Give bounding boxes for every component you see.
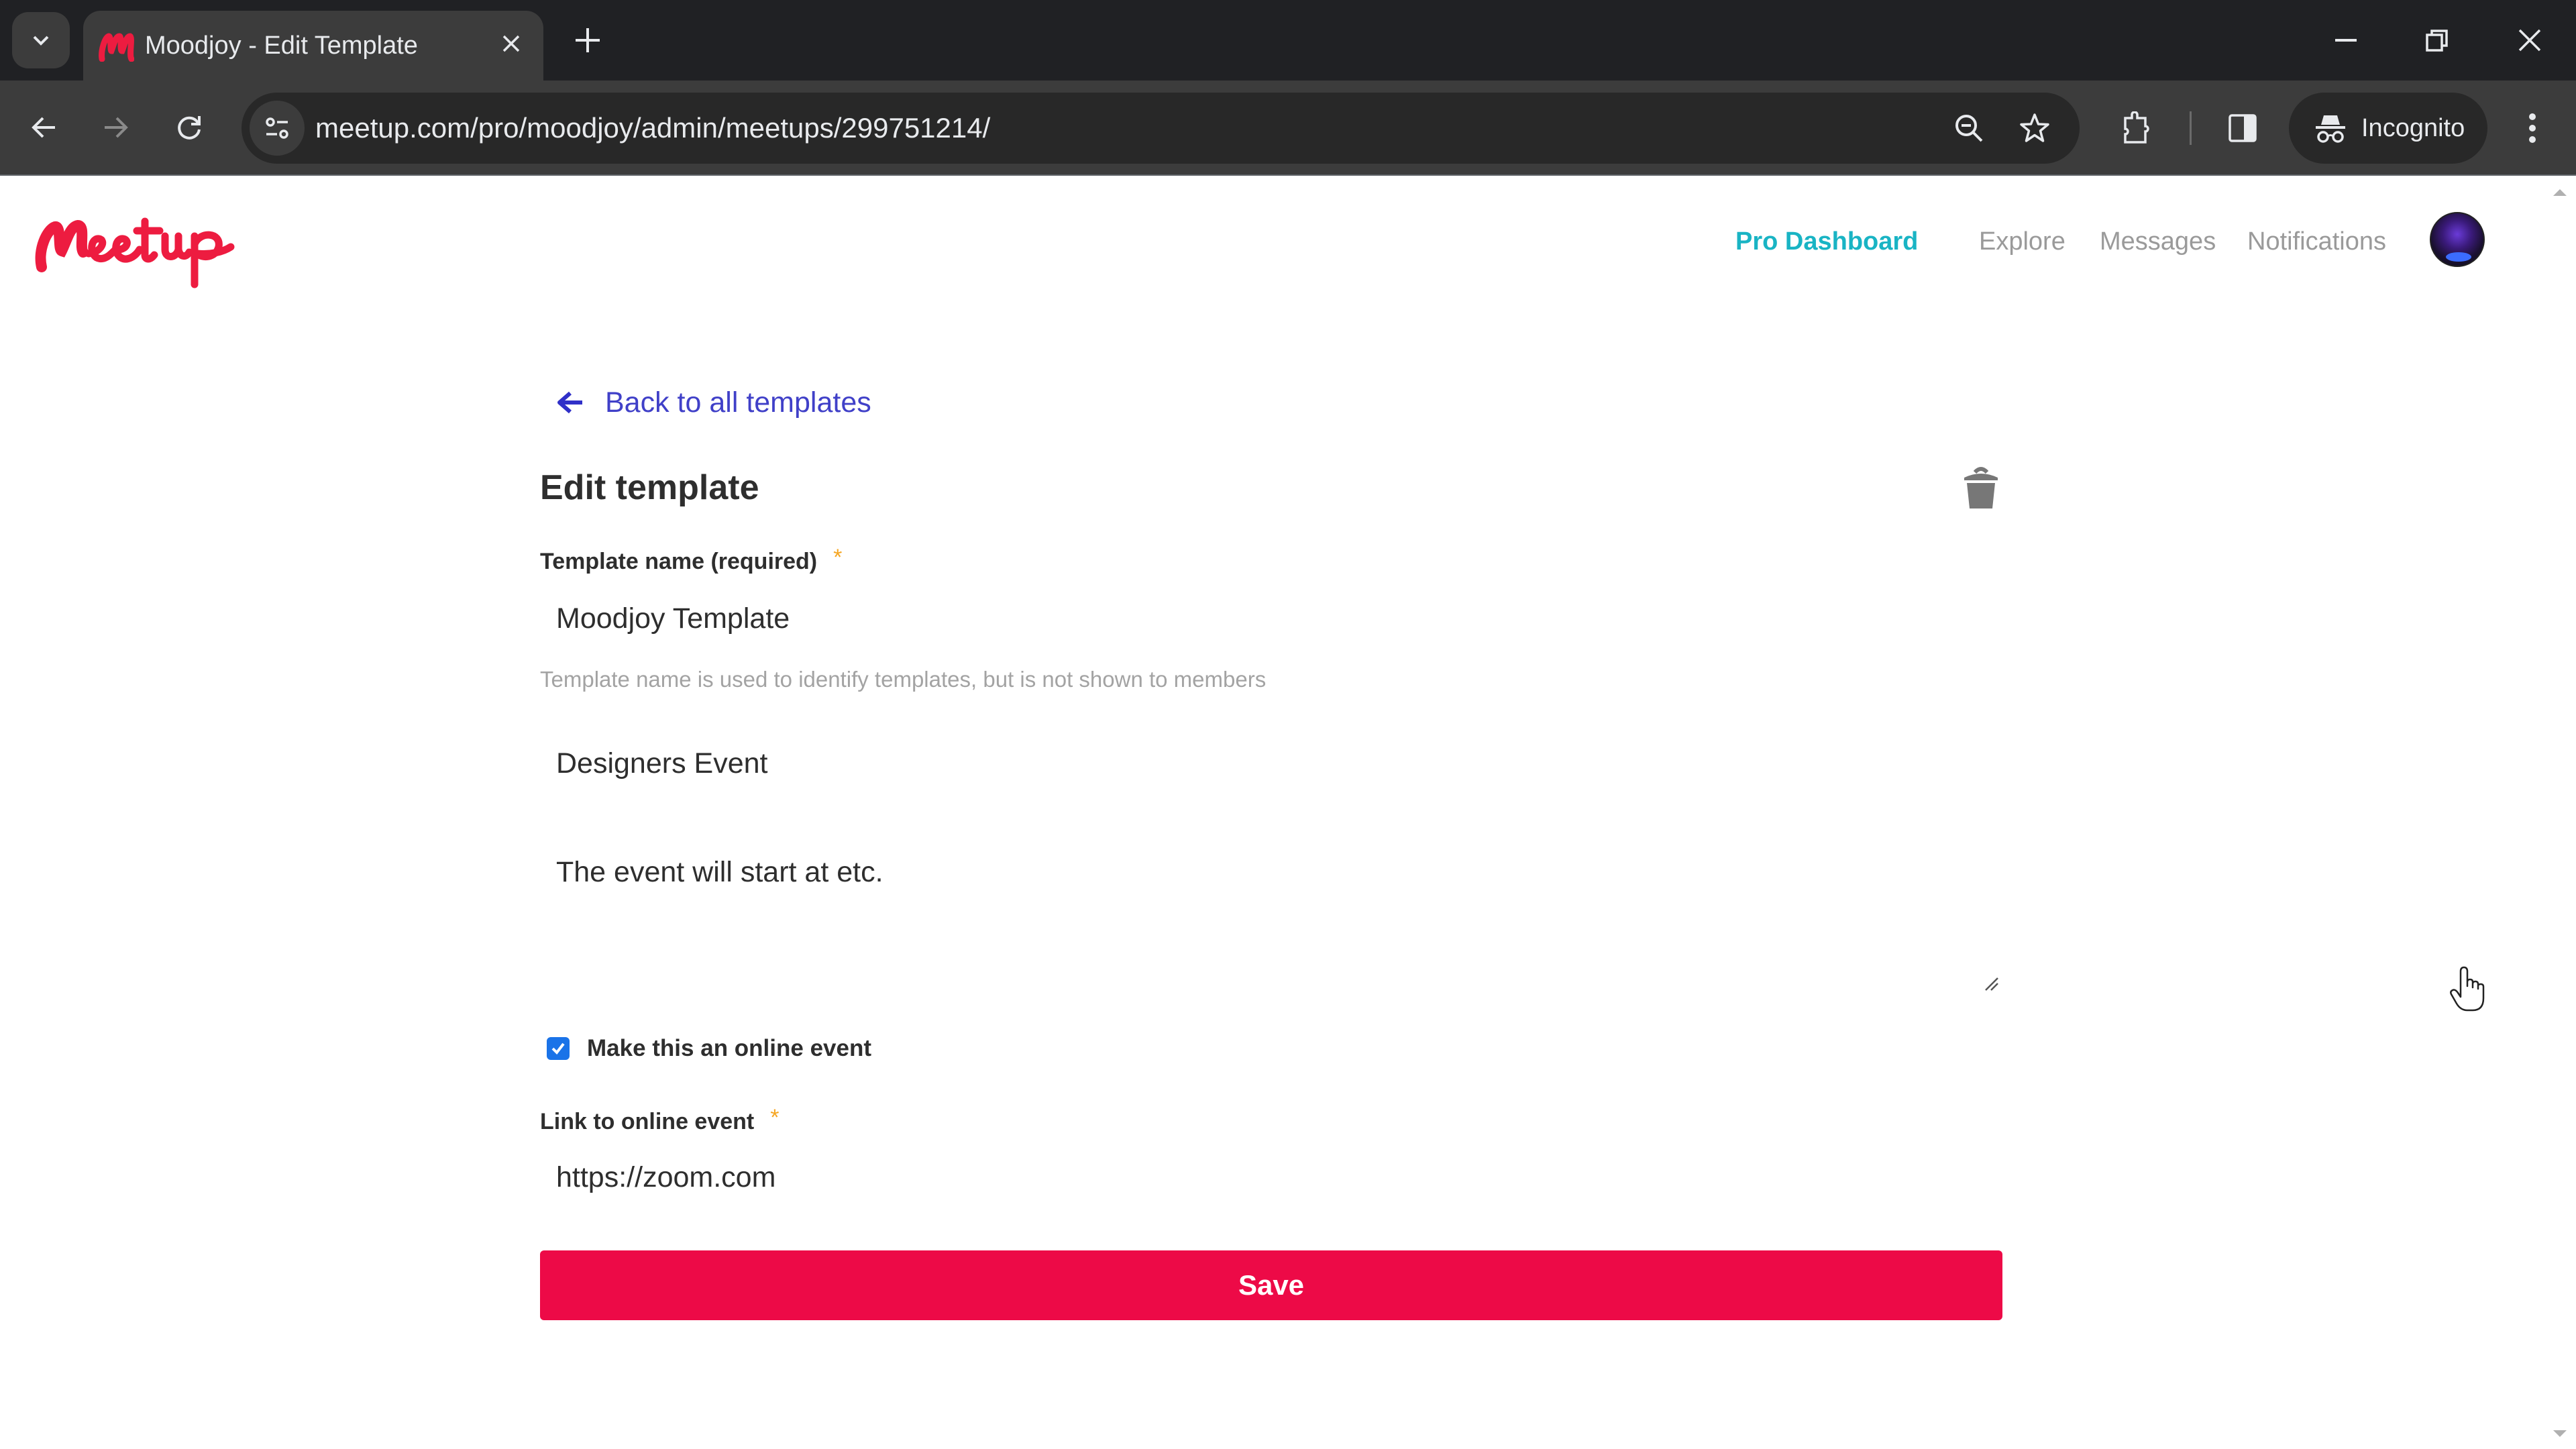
side-panel-icon xyxy=(2229,114,2257,142)
address-bar[interactable]: meetup.com/pro/moodjoy/admin/meetups/299… xyxy=(241,93,2080,164)
url-text[interactable]: meetup.com/pro/moodjoy/admin/meetups/299… xyxy=(315,93,990,164)
meetup-logo[interactable] xyxy=(27,203,255,290)
tab-search-button[interactable] xyxy=(12,12,70,68)
arrow-left-icon xyxy=(32,117,55,138)
site-info-button[interactable] xyxy=(250,101,305,156)
trash-icon xyxy=(1964,467,1998,508)
zoom-out-icon xyxy=(1955,115,1983,142)
forward-button[interactable] xyxy=(87,99,144,156)
online-event-checkbox[interactable] xyxy=(547,1037,570,1060)
chevron-down-icon xyxy=(33,36,49,46)
arrow-right-icon xyxy=(105,117,128,138)
page-title: Edit template xyxy=(540,468,759,507)
kebab-menu-icon xyxy=(2529,113,2536,143)
online-link-label: Link to online event * xyxy=(540,1105,779,1138)
avatar-image xyxy=(2446,252,2471,262)
incognito-badge[interactable]: Incognito xyxy=(2289,93,2487,164)
browser-tab-active[interactable]: Moodjoy - Edit Template xyxy=(83,11,543,80)
arrow-left-icon xyxy=(557,391,582,414)
online-link-label-text: Link to online event xyxy=(540,1109,755,1134)
template-name-label-text: Template name (required) xyxy=(540,549,818,574)
puzzle-icon xyxy=(2124,111,2149,144)
nav-explore[interactable]: Explore xyxy=(1979,221,2065,262)
incognito-icon xyxy=(2316,115,2345,143)
template-name-helper: Template name is used to identify templa… xyxy=(540,667,1267,692)
restore-button[interactable] xyxy=(2407,12,2467,68)
bookmark-button[interactable] xyxy=(2014,107,2055,149)
online-event-label: Make this an online event xyxy=(587,1035,871,1061)
toolbar-separator xyxy=(2190,111,2192,145)
side-panel-button[interactable] xyxy=(2219,105,2266,152)
save-button[interactable]: Save xyxy=(540,1250,2002,1320)
close-tab-button[interactable] xyxy=(492,25,530,63)
online-event-checkbox-row[interactable]: Make this an online event xyxy=(547,1032,871,1065)
user-avatar[interactable] xyxy=(2430,212,2485,267)
nav-notifications[interactable]: Notifications xyxy=(2247,221,2386,262)
scrollbar-down-arrow[interactable] xyxy=(2553,1430,2567,1437)
tune-icon xyxy=(266,117,288,139)
back-to-templates-link[interactable]: Back to all templates xyxy=(554,382,871,423)
close-window-button[interactable] xyxy=(2500,12,2560,68)
template-name-input[interactable] xyxy=(540,598,2002,639)
browser-menu-button[interactable] xyxy=(2509,105,2556,152)
required-asterisk: * xyxy=(833,545,843,570)
page-content: Pro Dashboard Explore Messages Notificat… xyxy=(0,176,2576,1449)
reload-icon xyxy=(178,116,201,140)
hand-cursor-icon xyxy=(2450,966,2485,1012)
minimize-button[interactable] xyxy=(2316,12,2376,68)
checkmark-icon xyxy=(551,1042,565,1055)
extensions-button[interactable] xyxy=(2113,105,2160,152)
required-asterisk: * xyxy=(770,1105,780,1130)
back-link-text: Back to all templates xyxy=(605,386,871,419)
nav-messages[interactable]: Messages xyxy=(2100,221,2216,262)
zoom-button[interactable] xyxy=(1948,107,1990,149)
plus-icon xyxy=(576,28,600,52)
nav-pro-dashboard[interactable]: Pro Dashboard xyxy=(1735,221,1918,262)
tab-title: Moodjoy - Edit Template xyxy=(145,32,418,60)
close-icon xyxy=(2518,29,2541,52)
online-link-input[interactable] xyxy=(540,1157,2002,1198)
resize-handle-icon[interactable] xyxy=(1982,974,1999,991)
incognito-label: Incognito xyxy=(2361,114,2465,142)
back-button[interactable] xyxy=(16,99,72,156)
browser-toolbar: meetup.com/pro/moodjoy/admin/meetups/299… xyxy=(0,80,2576,176)
reload-button[interactable] xyxy=(161,99,217,156)
minimize-icon xyxy=(2335,39,2357,42)
delete-template-button[interactable] xyxy=(1962,464,2000,511)
browser-tab-bar: Moodjoy - Edit Template xyxy=(0,0,2576,80)
restore-icon xyxy=(2426,30,2448,52)
event-description-textarea[interactable]: The event will start at etc. xyxy=(540,852,2002,993)
scrollbar-up-arrow[interactable] xyxy=(2553,189,2567,196)
meetup-favicon xyxy=(99,33,134,62)
star-icon xyxy=(2020,113,2049,142)
close-icon xyxy=(502,35,520,52)
template-name-label: Template name (required) * xyxy=(540,545,842,578)
new-tab-button[interactable] xyxy=(566,19,609,62)
event-title-input[interactable] xyxy=(540,743,2002,784)
